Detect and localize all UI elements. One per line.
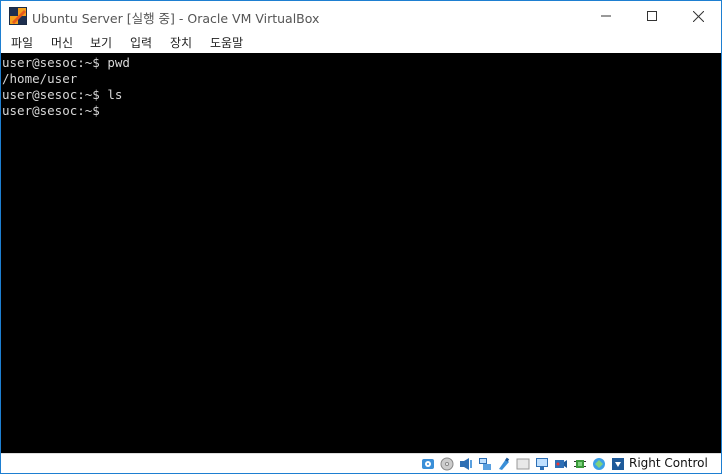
keyboard-icon[interactable] [611, 457, 625, 471]
minimize-button[interactable] [583, 1, 629, 31]
console-line: user@sesoc:~$ ls [2, 87, 123, 102]
cpu-icon[interactable] [573, 457, 587, 471]
menu-bar: 파일 머신 보기 입력 장치 도움말 [1, 31, 721, 53]
console-line: user@sesoc:~$ pwd [2, 55, 130, 70]
audio-icon[interactable] [459, 457, 473, 471]
menu-input[interactable]: 입력 [130, 34, 152, 51]
menu-file[interactable]: 파일 [11, 34, 33, 51]
usb-icon[interactable] [497, 457, 511, 471]
window-title: Ubuntu Server [실행 중] - Oracle VM Virtual… [32, 11, 320, 26]
maximize-icon [647, 11, 657, 21]
menu-help[interactable]: 도움말 [210, 34, 243, 51]
close-button[interactable] [675, 1, 721, 31]
console-line: /home/user [2, 71, 78, 86]
console-line: user@sesoc:~$ [2, 103, 100, 118]
network-icon[interactable] [478, 457, 492, 471]
optical-drive-icon[interactable] [440, 457, 454, 471]
host-key-label[interactable]: Right Control [629, 456, 708, 470]
menu-view[interactable]: 보기 [90, 34, 112, 51]
status-bar: Right Control [1, 453, 721, 473]
close-icon [692, 10, 704, 22]
video-capture-icon[interactable] [554, 457, 568, 471]
menu-machine[interactable]: 머신 [51, 34, 73, 51]
title-bar[interactable]: Ubuntu Server [실행 중] - Oracle VM Virtual… [1, 1, 721, 31]
menu-devices[interactable]: 장치 [170, 34, 192, 51]
virtualbox-window: Ubuntu Server [실행 중] - Oracle VM Virtual… [0, 0, 722, 474]
hard-disk-icon[interactable] [421, 457, 435, 471]
vm-console-screen[interactable]: user@sesoc:~$ pwd /home/user user@sesoc:… [1, 53, 721, 453]
minimize-icon [601, 15, 611, 17]
display-icon[interactable] [535, 457, 549, 471]
shared-folders-icon[interactable] [516, 457, 530, 471]
mouse-integration-icon[interactable] [592, 457, 606, 471]
virtualbox-app-icon [9, 7, 27, 25]
maximize-button[interactable] [629, 1, 675, 31]
